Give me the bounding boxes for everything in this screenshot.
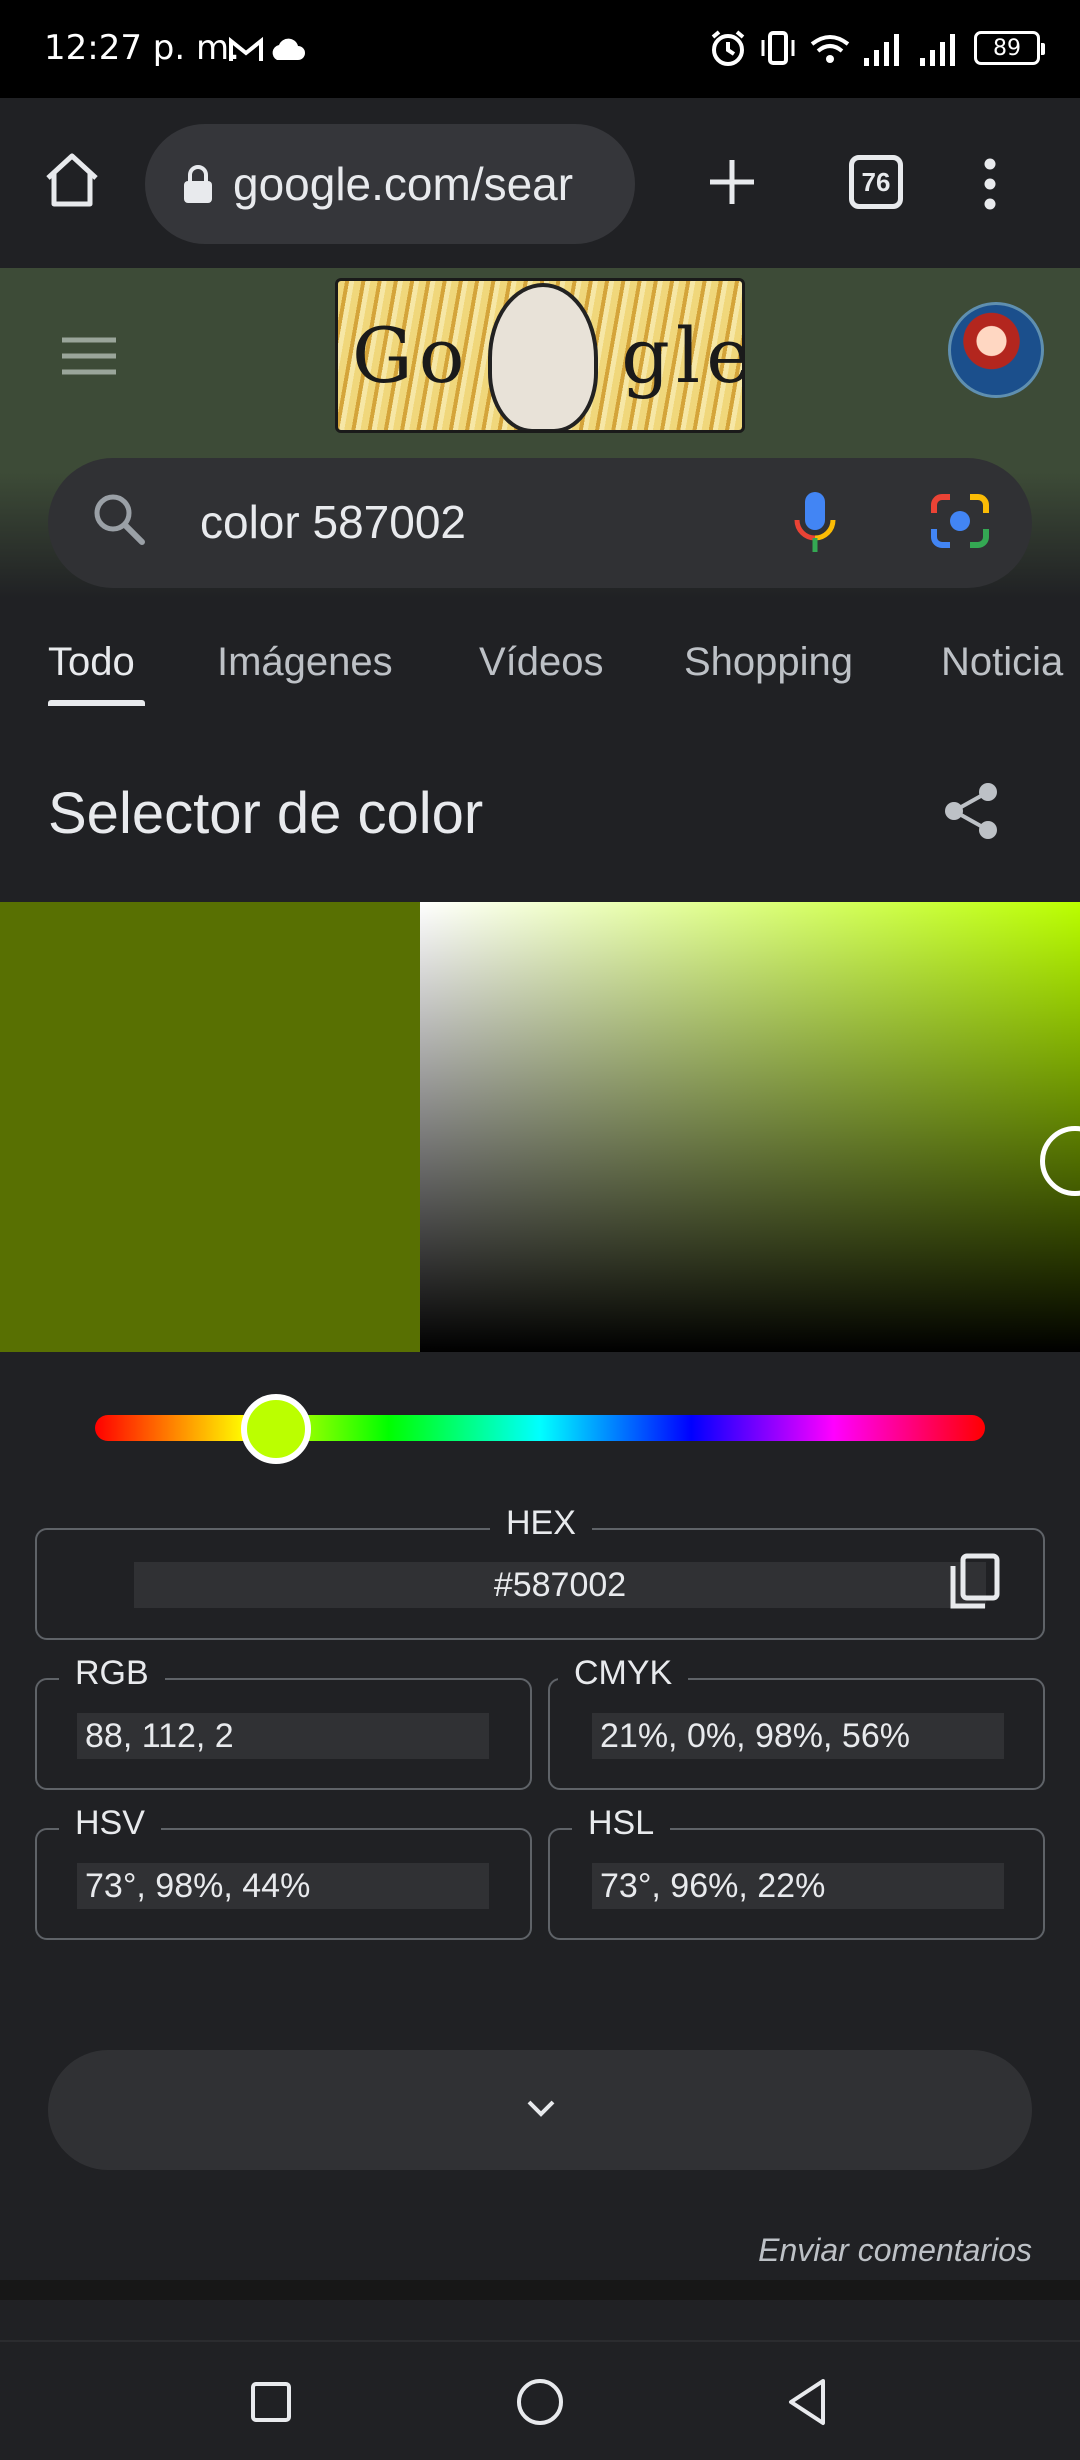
- url-text: google.com/sear: [233, 158, 574, 210]
- wifi-icon: [810, 35, 850, 63]
- hue-slider-handle[interactable]: [240, 1394, 311, 1464]
- menu-icon[interactable]: [60, 336, 118, 381]
- saturation-value-area[interactable]: [420, 902, 1080, 1352]
- status-icons: 89: [708, 26, 1045, 70]
- lock-icon: [184, 165, 212, 203]
- account-avatar[interactable]: [948, 302, 1044, 398]
- url-bar[interactable]: google.com/sear: [145, 124, 635, 244]
- hsv-input[interactable]: 73°, 98%, 44%: [77, 1863, 489, 1909]
- voice-search-icon[interactable]: [793, 490, 837, 561]
- chevron-down-icon: [527, 2100, 555, 2117]
- rgb-field: RGB 88, 112, 2: [35, 1654, 532, 1790]
- new-tab-icon[interactable]: [706, 156, 758, 213]
- tab-noticias[interactable]: Noticia: [941, 640, 1063, 685]
- battery-indicator: 89: [974, 31, 1045, 65]
- active-tab-indicator: [48, 700, 145, 706]
- search-box[interactable]: [48, 458, 1032, 588]
- selected-color-swatch: [0, 902, 420, 1352]
- rgb-label: RGB: [59, 1654, 165, 1693]
- signal-icon: [864, 34, 899, 66]
- rgb-input[interactable]: 88, 112, 2: [77, 1713, 489, 1759]
- google-lens-icon[interactable]: [930, 493, 990, 554]
- hex-input[interactable]: #587002: [134, 1562, 986, 1608]
- alarm-icon: [711, 30, 745, 66]
- vibrate-icon: [761, 31, 795, 65]
- home-circle-icon[interactable]: [515, 2377, 565, 2432]
- signal-icon-2: [920, 34, 955, 66]
- hsv-field: HSV 73°, 98%, 44%: [35, 1804, 532, 1940]
- color-picker-title: Selector de color: [48, 781, 484, 846]
- back-icon[interactable]: [785, 2377, 829, 2432]
- tab-switcher-button[interactable]: 76: [849, 155, 903, 209]
- hsl-field: HSL 73°, 96%, 22%: [548, 1804, 1045, 1940]
- hsl-input[interactable]: 73°, 96%, 22%: [592, 1863, 1004, 1909]
- send-feedback-link[interactable]: Enviar comentarios: [758, 2232, 1032, 2269]
- copy-icon[interactable]: [947, 1552, 1003, 1617]
- status-time: 12:27 p. m.: [44, 28, 240, 68]
- hue-slider[interactable]: [95, 1415, 985, 1441]
- share-icon[interactable]: [942, 780, 1002, 847]
- search-tabs: Todo Imágenes Vídeos Shopping Noticia: [0, 610, 1080, 710]
- expand-more-button[interactable]: [48, 2050, 1032, 2170]
- section-divider: [0, 2280, 1080, 2300]
- search-icon: [90, 490, 148, 553]
- hsv-label: HSV: [59, 1804, 161, 1843]
- more-options-icon[interactable]: [982, 156, 998, 217]
- tab-videos[interactable]: Vídeos: [479, 640, 604, 685]
- cmyk-field: CMYK 21%, 0%, 98%, 56%: [548, 1654, 1045, 1790]
- hex-label: HEX: [490, 1504, 592, 1543]
- cmyk-input[interactable]: 21%, 0%, 98%, 56%: [592, 1713, 1004, 1759]
- doodle-lettering: Go gle: [352, 311, 745, 400]
- cmyk-label: CMYK: [558, 1654, 689, 1693]
- hsl-label: HSL: [572, 1804, 671, 1843]
- tab-shopping[interactable]: Shopping: [684, 640, 853, 685]
- recents-icon[interactable]: [250, 2381, 292, 2428]
- tab-todo[interactable]: Todo: [48, 640, 135, 685]
- tab-imagenes[interactable]: Imágenes: [217, 640, 393, 685]
- search-input[interactable]: color 587002: [200, 495, 466, 549]
- gmail-icon: [228, 36, 264, 69]
- home-icon[interactable]: [42, 150, 102, 215]
- hex-field: HEX #587002: [35, 1504, 1045, 1640]
- google-doodle[interactable]: Go gle: [335, 278, 745, 433]
- cloud-icon: [268, 36, 306, 67]
